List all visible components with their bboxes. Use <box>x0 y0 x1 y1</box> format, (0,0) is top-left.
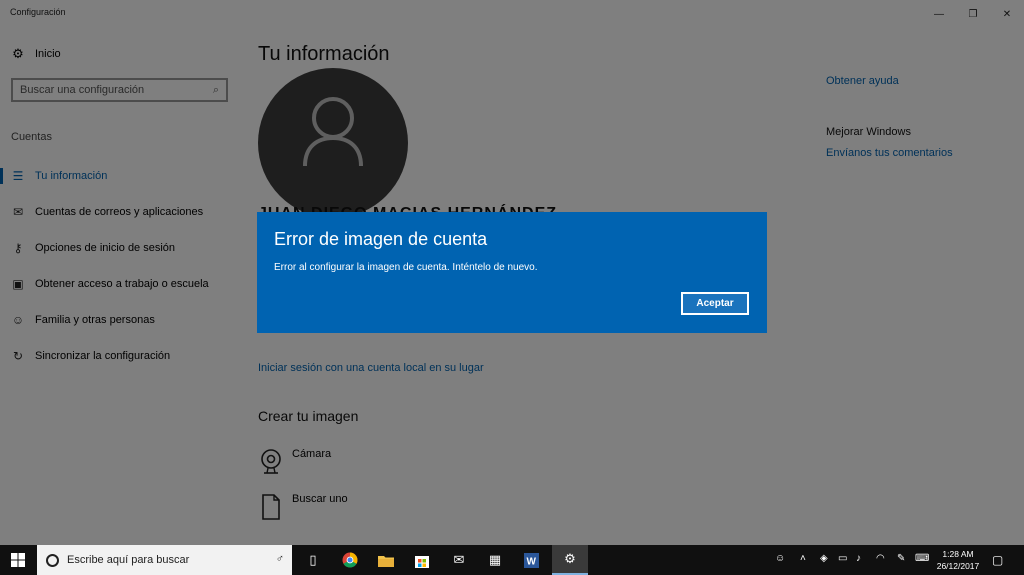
dialog-title: Error de imagen de cuenta <box>274 229 488 249</box>
cortana-icon <box>46 553 59 567</box>
taskbar-search-placeholder: Escribe aquí para buscar <box>67 554 190 566</box>
system-clock[interactable]: 1:28 AM 26/12/2017 <box>930 548 986 572</box>
task-view-icon[interactable]: ▯ <box>295 545 331 575</box>
error-dialog: Error de imagen de cuenta Error al confi… <box>257 212 767 333</box>
windows-logo-icon <box>11 553 25 567</box>
start-button[interactable] <box>0 545 36 575</box>
pen-icon[interactable]: ✎ <box>897 553 905 564</box>
settings-app-icon[interactable]: ⚙ <box>552 545 588 575</box>
dialog-message: Error al configurar la imagen de cuenta.… <box>274 262 538 273</box>
wifi-icon[interactable]: ◠ <box>876 553 885 564</box>
chevron-up-icon[interactable]: ˄ <box>800 553 806 564</box>
svg-text:W: W <box>526 556 536 567</box>
chrome-icon[interactable] <box>332 545 368 575</box>
security-shield-icon[interactable]: ◈ <box>820 553 828 564</box>
keyboard-icon[interactable]: ⌨ <box>915 553 929 564</box>
calculator-icon[interactable]: ▦ <box>477 545 513 575</box>
settings-window: Configuración — ❐ ✕ ⚙ Inicio Buscar una … <box>0 0 1024 545</box>
microphone-icon[interactable]: ♂ <box>276 553 284 565</box>
accept-button[interactable]: Aceptar <box>681 292 749 315</box>
store-icon[interactable] <box>404 545 440 575</box>
taskbar: Escribe aquí para buscar ♂ ▯ ✉ ▦ W ⚙ ☺ ˄… <box>0 545 1024 575</box>
taskbar-search-input[interactable]: Escribe aquí para buscar ♂ <box>37 545 292 575</box>
battery-icon[interactable]: ▭ <box>838 553 847 564</box>
word-icon[interactable]: W <box>513 545 549 575</box>
clock-time: 1:28 AM <box>942 549 974 559</box>
people-icon[interactable]: ☺ <box>775 553 785 564</box>
volume-icon[interactable]: ♪ <box>856 553 861 564</box>
file-explorer-icon[interactable] <box>368 545 404 575</box>
clock-date: 26/12/2017 <box>936 561 980 571</box>
mail-app-icon[interactable]: ✉ <box>441 545 477 575</box>
action-center-icon[interactable]: ▢ <box>992 553 1003 567</box>
